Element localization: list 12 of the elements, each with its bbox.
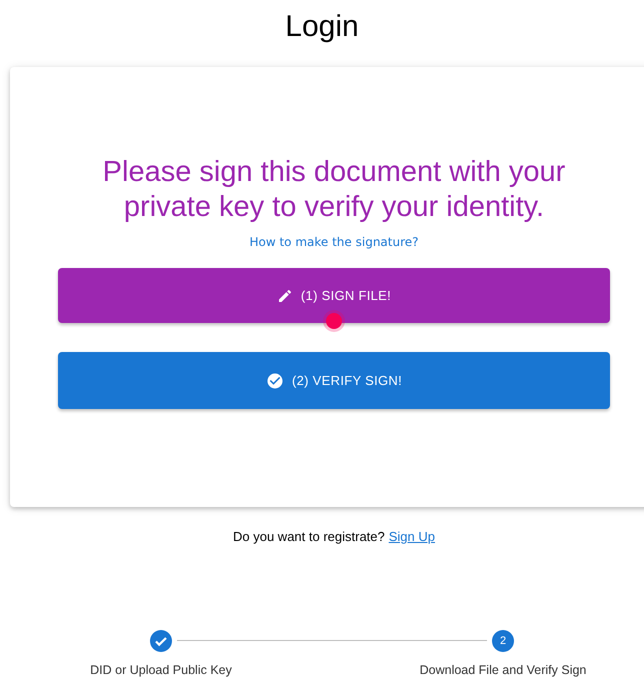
- step-number: 2: [492, 630, 514, 652]
- sign-file-button[interactable]: (1) SIGN FILE!: [58, 268, 610, 323]
- help-link[interactable]: How to make the signature?: [249, 235, 419, 249]
- instruction-heading: Please sign this document with your private key to verify your identity.: [102, 155, 566, 225]
- click-indicator: [326, 313, 342, 329]
- sign-up-link[interactable]: Sign Up: [388, 529, 435, 544]
- register-prompt: Do you want to registrate?: [233, 529, 385, 544]
- step-label: DID or Upload Public Key: [90, 663, 232, 678]
- pencil-icon: [276, 288, 293, 304]
- step-label: Download File and Verify Sign: [420, 663, 586, 678]
- verify-sign-button[interactable]: (2) VERIFY SIGN!: [58, 352, 610, 409]
- page-title: Login: [285, 10, 359, 44]
